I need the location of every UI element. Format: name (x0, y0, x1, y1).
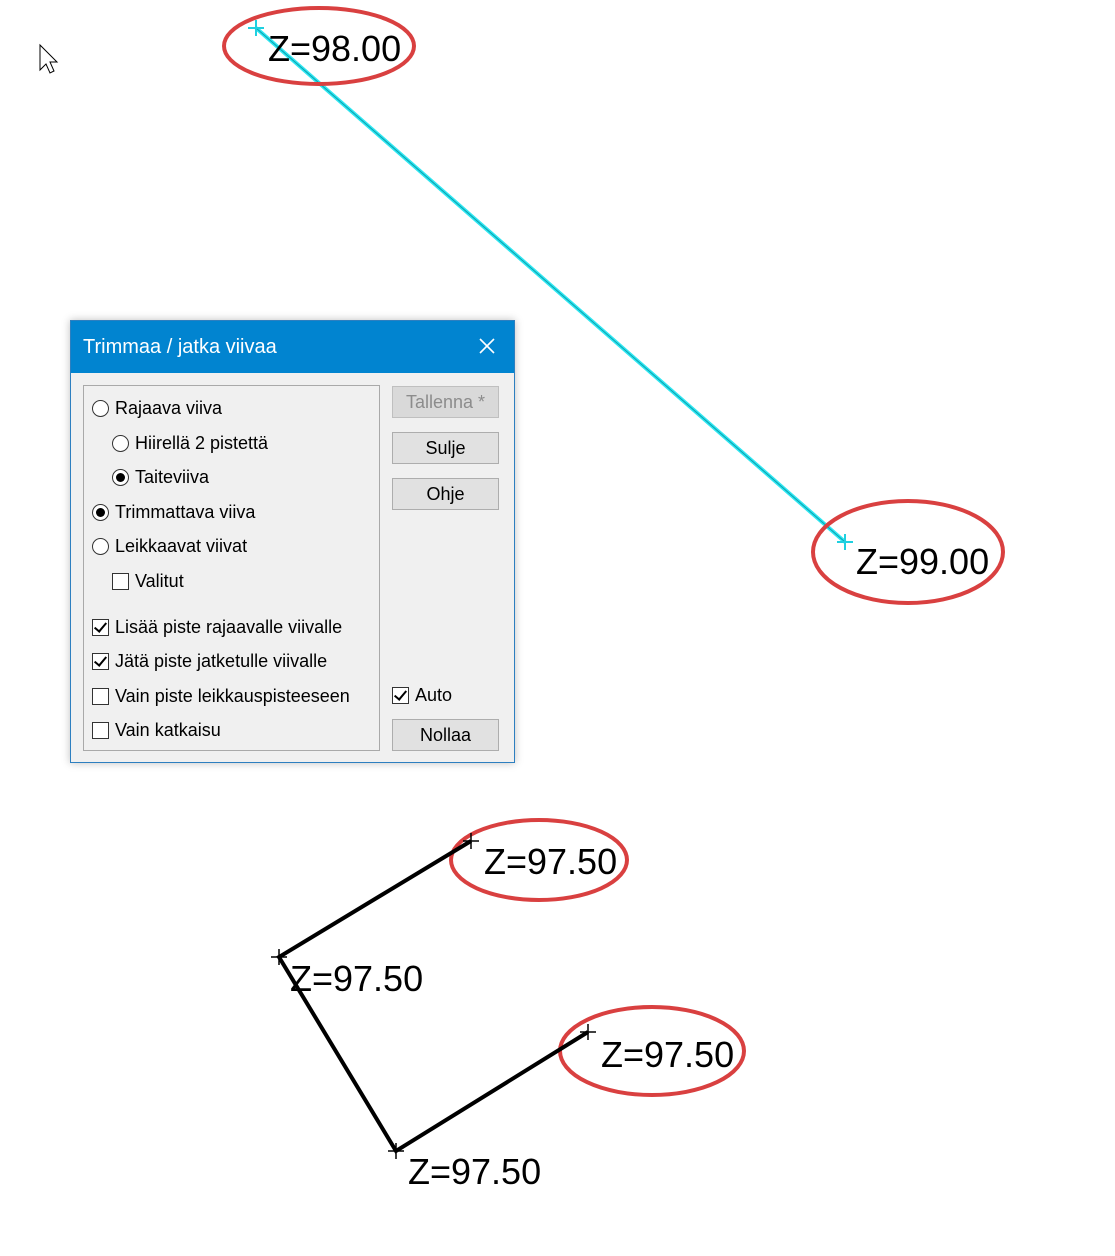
checkbox-jata-piste[interactable]: Jätä piste jatketulle viivalle (92, 651, 327, 672)
option-label: Rajaava viiva (115, 398, 223, 418)
radio-trimmattava[interactable]: Trimmattava viiva (92, 502, 255, 523)
option-label: Vain katkaisu (115, 720, 221, 740)
option-label: Lisää piste rajaavalle viivalle (115, 617, 343, 637)
sulje-button[interactable]: Sulje (392, 432, 499, 464)
tallenna-button[interactable]: Tallenna * (392, 386, 499, 418)
z-label: Z=98.00 (268, 28, 401, 69)
z-label: Z=97.50 (290, 958, 423, 999)
z-label: Z=97.50 (601, 1034, 734, 1075)
close-icon[interactable] (474, 333, 500, 359)
option-label: Leikkaavat viivat (115, 536, 248, 556)
z-label: Z=97.50 (484, 841, 617, 882)
ohje-button[interactable]: Ohje (392, 478, 499, 510)
checkbox-vain-piste[interactable]: Vain piste leikkauspisteeseen (92, 686, 350, 707)
checkbox-checked[interactable] (392, 687, 409, 704)
options-group: Rajaava viiva Hiirellä 2 pistettä Taitev… (83, 385, 380, 751)
radio-button[interactable] (112, 435, 129, 452)
checkbox-auto[interactable]: Auto (392, 685, 452, 706)
checkbox-lisaa-piste[interactable]: Lisää piste rajaavalle viivalle (92, 617, 342, 638)
radio-leikkaavat[interactable]: Leikkaavat viivat (92, 536, 247, 557)
checkbox-checked[interactable] (92, 653, 109, 670)
nollaa-button[interactable]: Nollaa (392, 719, 499, 751)
radio-button-selected[interactable] (112, 469, 129, 486)
checkbox-checked[interactable] (92, 619, 109, 636)
checkbox-valitut[interactable]: Valitut (112, 571, 184, 592)
radio-taiteviiva[interactable]: Taiteviiva (112, 467, 209, 488)
radio-button[interactable] (92, 538, 109, 555)
option-label: Hiirellä 2 pistettä (135, 433, 269, 453)
radio-rajaava-viiva[interactable]: Rajaava viiva (92, 398, 222, 419)
radio-hiirella[interactable]: Hiirellä 2 pistettä (112, 433, 268, 454)
radio-button[interactable] (92, 400, 109, 417)
checkbox-vain-katkaisu[interactable]: Vain katkaisu (92, 720, 221, 741)
option-label: Jätä piste jatketulle viivalle (115, 651, 328, 671)
mouse-cursor-icon (39, 43, 59, 74)
z-label: Z=99.00 (856, 541, 989, 582)
checkbox[interactable] (92, 688, 109, 705)
option-label: Auto (415, 685, 453, 705)
dialog-titlebar[interactable]: Trimmaa / jatka viivaa (71, 321, 514, 373)
option-label: Taiteviiva (135, 467, 210, 487)
option-label: Vain piste leikkauspisteeseen (115, 686, 350, 706)
checkbox[interactable] (92, 722, 109, 739)
trim-extend-dialog: Trimmaa / jatka viivaa Rajaava viiva Hii… (70, 320, 515, 763)
dialog-title: Trimmaa / jatka viivaa (83, 336, 277, 358)
radio-button-selected[interactable] (92, 504, 109, 521)
checkbox[interactable] (112, 573, 129, 590)
option-label: Valitut (135, 571, 184, 591)
z-label: Z=97.50 (408, 1151, 541, 1192)
option-label: Trimmattava viiva (115, 502, 256, 522)
